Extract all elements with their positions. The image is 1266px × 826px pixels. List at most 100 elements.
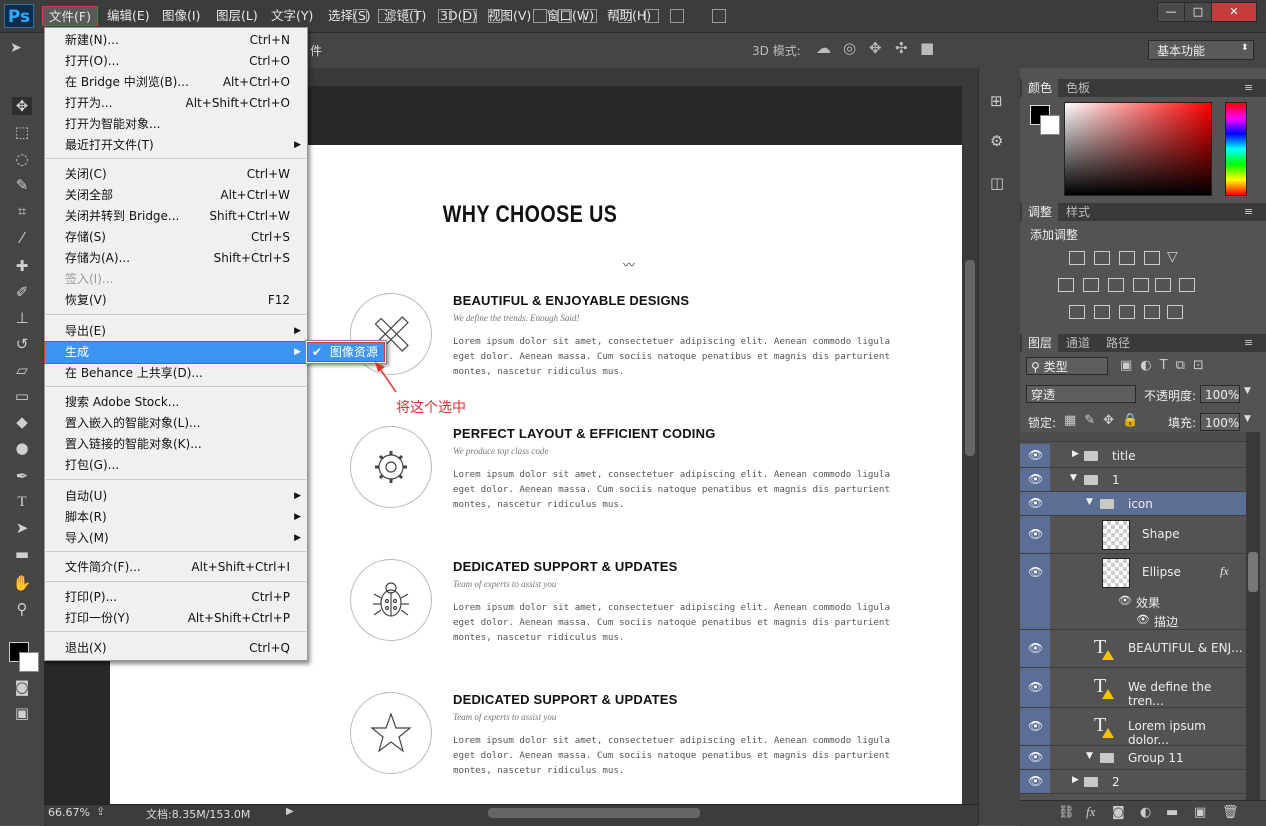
- dodge-tool-icon[interactable]: ●: [12, 439, 32, 457]
- gradient-tool-icon[interactable]: ▭: [12, 387, 32, 405]
- fx-badge[interactable]: fx: [1220, 564, 1229, 579]
- distribute-left-icon[interactable]: [618, 9, 632, 23]
- menu-item-close-go-bridge[interactable]: 关闭并转到 Bridge... Shift+Ctrl+W: [45, 206, 307, 227]
- zoom-level[interactable]: 66.67%: [48, 806, 90, 819]
- eye-icon[interactable]: 👁: [1118, 594, 1132, 607]
- brush-tool-icon[interactable]: ✐: [12, 283, 32, 301]
- 3d-roll-icon[interactable]: ◎: [843, 39, 856, 57]
- menu-item-export[interactable]: 导出(E) ▶: [45, 321, 307, 342]
- menu-item-place-linked[interactable]: 置入链接的智能对象(K)...: [45, 434, 307, 455]
- eye-icon[interactable]: 👁: [1028, 472, 1043, 486]
- menu-item-new[interactable]: 新建(N)... Ctrl+N: [45, 30, 307, 51]
- opacity-dropdown-icon[interactable]: ▼: [1244, 386, 1251, 396]
- fill-dropdown-icon[interactable]: ▼: [1244, 414, 1251, 424]
- menu-edit[interactable]: 编辑(E): [101, 6, 156, 26]
- collapse-arrow-icon[interactable]: ▼: [1070, 473, 1077, 483]
- menu-item-share-behance[interactable]: 在 Behance 上共享(D)...: [45, 363, 307, 384]
- layer-row[interactable]: 👁 ▼ 1: [1020, 468, 1246, 492]
- visibility-cell[interactable]: 👁: [1020, 668, 1050, 707]
- menu-item-scripts[interactable]: 脚本(R) ▶: [45, 507, 307, 528]
- eye-icon[interactable]: 👁: [1028, 448, 1043, 462]
- blur-tool-icon[interactable]: ◆: [12, 413, 32, 431]
- 3d-rotate-icon[interactable]: ☁: [816, 39, 831, 57]
- exposure-adjust-icon[interactable]: [1144, 251, 1160, 265]
- properties-panel-icon[interactable]: ⚙: [990, 132, 1003, 150]
- menu-item-recent-files[interactable]: 最近打开文件(T) ▶: [45, 135, 307, 156]
- quick-select-tool-icon[interactable]: ✎: [12, 176, 32, 194]
- eye-icon[interactable]: 👁: [1028, 680, 1043, 694]
- eye-icon[interactable]: 👁: [1028, 774, 1043, 788]
- distribute-bottom-icon[interactable]: [583, 9, 597, 23]
- photo-filter-adjust-icon[interactable]: [1133, 278, 1149, 292]
- export-icon[interactable]: ⇪: [96, 805, 105, 818]
- menu-item-close-all[interactable]: 关闭全部 Alt+Ctrl+W: [45, 185, 307, 206]
- maximize-button[interactable]: □: [1184, 2, 1212, 22]
- close-button[interactable]: ✕: [1211, 2, 1257, 22]
- collapse-arrow-icon[interactable]: ▼: [1086, 497, 1093, 507]
- new-layer-icon[interactable]: ▣: [1194, 805, 1206, 820]
- visibility-cell[interactable]: 👁: [1020, 746, 1050, 769]
- move-tool-preset-icon[interactable]: ➤: [10, 40, 22, 56]
- align-bottom-icon[interactable]: [403, 9, 417, 23]
- align-right-icon[interactable]: [488, 9, 502, 23]
- visibility-cell[interactable]: 👁: [1020, 516, 1050, 553]
- channel-mixer-adjust-icon[interactable]: [1155, 278, 1171, 292]
- menu-item-open-as[interactable]: 打开为... Alt+Shift+Ctrl+O: [45, 93, 307, 114]
- visibility-cell[interactable]: 👁: [1020, 630, 1050, 667]
- eye-icon[interactable]: 👁: [1028, 719, 1043, 733]
- layer-row[interactable]: 👁 T BEAUTIFUL & ENJ...: [1020, 630, 1246, 668]
- 3d-scale-icon[interactable]: ■: [920, 39, 934, 57]
- minimize-button[interactable]: —: [1157, 2, 1185, 22]
- eye-icon[interactable]: 👁: [1028, 565, 1043, 579]
- vertical-scroll-thumb[interactable]: [965, 260, 975, 456]
- add-mask-icon[interactable]: ◙: [1112, 805, 1125, 820]
- character-panel-icon[interactable]: ◫: [990, 174, 1004, 192]
- zoom-tool-icon[interactable]: ⚲: [12, 600, 32, 618]
- layer-row[interactable]: 👁 Ellipse fx: [1020, 554, 1246, 592]
- eye-icon[interactable]: 👁: [1028, 641, 1043, 655]
- opacity-input[interactable]: 100%: [1200, 385, 1240, 403]
- hand-tool-icon[interactable]: ✋: [12, 574, 32, 592]
- color-lookup-adjust-icon[interactable]: [1179, 278, 1195, 292]
- history-panel-icon[interactable]: ⊞: [990, 92, 1003, 110]
- menu-item-automate[interactable]: 自动(U) ▶: [45, 486, 307, 507]
- tab-channels[interactable]: 通道: [1060, 334, 1096, 352]
- menu-item-save[interactable]: 存储(S) Ctrl+S: [45, 227, 307, 248]
- menu-item-file-info[interactable]: 文件简介(F)... Alt+Shift+Ctrl+I: [45, 557, 307, 578]
- crop-tool-icon[interactable]: ⌗: [12, 202, 32, 220]
- brightness-adjust-icon[interactable]: [1069, 251, 1085, 265]
- layer-row[interactable]: 👁 ▶ title: [1020, 444, 1246, 468]
- panel-background-swatch[interactable]: [1040, 115, 1060, 135]
- expand-arrow-icon[interactable]: ▶: [1072, 775, 1079, 785]
- posterize-adjust-icon[interactable]: [1094, 305, 1110, 319]
- workspace-dropdown-icon[interactable]: ⬍: [1241, 43, 1249, 53]
- distribute-top-icon[interactable]: [533, 9, 547, 23]
- align-hcenter-icon[interactable]: [463, 9, 477, 23]
- menu-file[interactable]: 文件(F): [42, 6, 98, 26]
- new-adjustment-icon[interactable]: ◐: [1140, 805, 1151, 820]
- menu-item-open[interactable]: 打开(O)... Ctrl+O: [45, 51, 307, 72]
- distribute-vcenter-icon[interactable]: [558, 9, 572, 23]
- status-menu-arrow-icon[interactable]: ▶: [286, 806, 294, 817]
- eye-icon[interactable]: 👁: [1136, 613, 1150, 626]
- expand-arrow-icon[interactable]: ▶: [1072, 449, 1079, 459]
- menu-item-print[interactable]: 打印(P)... Ctrl+P: [45, 587, 307, 608]
- submenu-item-image-assets[interactable]: ✔ 图像资源: [307, 342, 385, 362]
- visibility-cell[interactable]: 👁: [1020, 468, 1050, 491]
- tab-color[interactable]: 颜色: [1022, 79, 1059, 97]
- layer-row[interactable]: 👁 T Lorem ipsum dolor...: [1020, 708, 1246, 747]
- blend-mode-select[interactable]: 穿透: [1026, 385, 1136, 403]
- menu-item-generate[interactable]: 生成 ▶: [44, 341, 308, 364]
- align-vcenter-icon[interactable]: [378, 9, 392, 23]
- visibility-cell[interactable]: 👁: [1020, 708, 1050, 745]
- selective-color-adjust-icon[interactable]: [1144, 305, 1160, 319]
- distribute-right-icon[interactable]: [670, 9, 684, 23]
- menu-item-search-stock[interactable]: 搜索 Adobe Stock...: [45, 392, 307, 413]
- menu-item-import[interactable]: 导入(M) ▶: [45, 528, 307, 549]
- fill-input[interactable]: 100%: [1200, 413, 1240, 431]
- levels-adjust-icon[interactable]: [1094, 251, 1110, 265]
- clone-stamp-tool-icon[interactable]: ⊥: [12, 309, 32, 327]
- lock-icons[interactable]: ▦✎✥🔒: [1064, 413, 1146, 428]
- eyedropper-tool-icon[interactable]: ⁄: [12, 229, 32, 247]
- menu-item-package[interactable]: 打包(G)...: [45, 455, 307, 476]
